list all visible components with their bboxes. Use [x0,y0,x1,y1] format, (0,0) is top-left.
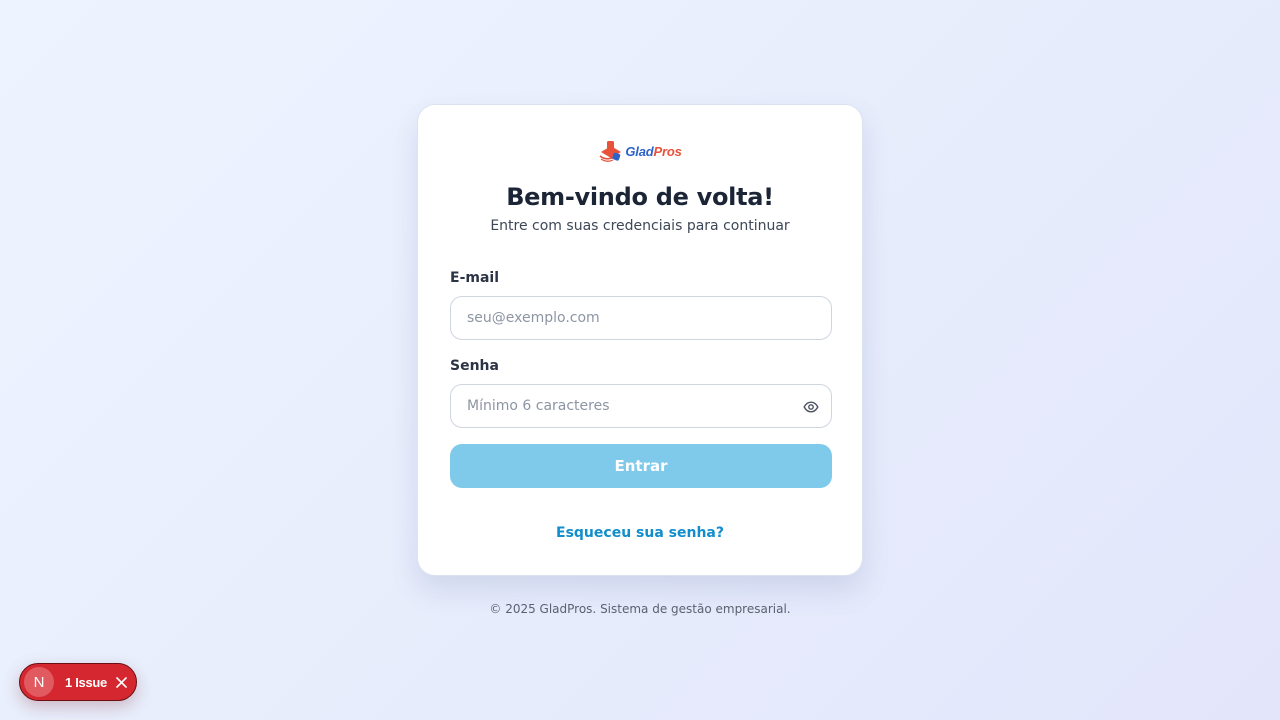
brand-wordmark-part2: Pros [653,143,682,159]
email-field-wrapper [450,296,832,340]
brand-wordmark-part1: Glad [625,143,654,159]
email-input[interactable] [451,297,831,339]
eye-icon[interactable] [803,399,819,415]
password-input[interactable] [451,385,831,427]
nextjs-logo-icon[interactable]: N [24,667,54,697]
brand-logo: GladPros [418,137,862,165]
dev-issues-badge[interactable]: N 1 Issue [19,663,137,701]
password-field-wrapper [450,384,832,428]
footer-copyright: © 2025 GladPros. Sistema de gestão empre… [489,602,791,616]
email-label: E-mail [450,270,500,286]
login-submit-button[interactable]: Entrar [450,444,832,488]
gladpros-logo-icon [599,141,622,162]
page-subtitle: Entre com suas credenciais para continua… [490,218,790,234]
brand-wordmark: GladPros [625,144,681,159]
page-title: Bem-vindo de volta! [506,183,774,211]
issue-count-label[interactable]: 1 Issue [65,675,107,690]
password-label: Senha [450,358,499,374]
close-icon[interactable] [115,676,127,688]
forgot-password-link[interactable]: Esqueceu sua senha? [418,525,862,541]
login-card: GladPros Bem-vindo de volta! Entre com s… [417,104,863,576]
